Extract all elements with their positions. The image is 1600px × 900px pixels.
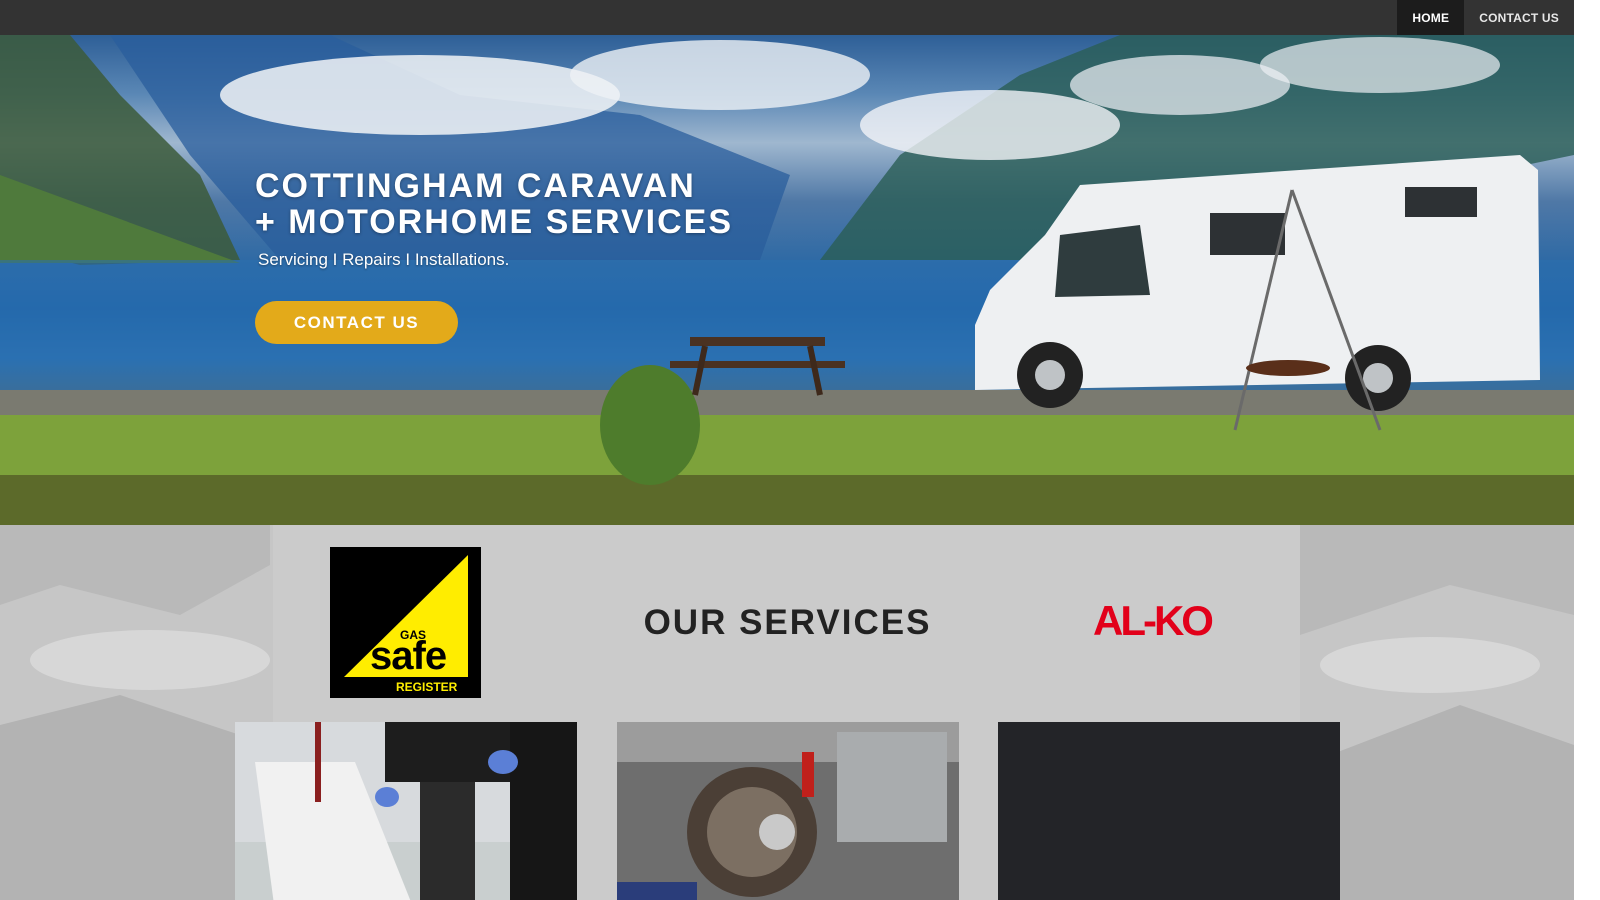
nav-contact-link[interactable]: CONTACT US <box>1464 0 1574 35</box>
top-navigation-bar: HOME CONTACT US <box>0 0 1574 35</box>
services-heading: OUR SERVICES <box>643 603 932 642</box>
service-card-dark[interactable] <box>998 722 1340 900</box>
hero-background-image <box>0 35 1574 525</box>
page-scrollbar[interactable] <box>1574 0 1600 900</box>
service-image-brake-assembly <box>617 722 959 900</box>
alko-logo: AL-KO <box>1093 597 1243 644</box>
hero-banner: COTTINGHAM CARAVAN + MOTORHOME SERVICES … <box>0 35 1574 525</box>
gas-safe-register-logo: GAS safe REGISTER <box>330 547 481 698</box>
service-image-gas-work <box>235 722 577 900</box>
services-section: GAS safe REGISTER OUR SERVICES AL-KO <box>0 525 1574 900</box>
hero-text-block: COTTINGHAM CARAVAN + MOTORHOME SERVICES … <box>255 168 733 270</box>
hero-title: COTTINGHAM CARAVAN + MOTORHOME SERVICES <box>255 168 733 240</box>
page: HOME CONTACT US COTTINGHAM CARAVAN + MOT… <box>0 0 1600 900</box>
hero-subtitle: Servicing I Repairs I Installations. <box>258 250 510 269</box>
hero-title-line-1: COTTINGHAM CARAVAN <box>255 167 696 205</box>
main-nav: HOME CONTACT US <box>1397 0 1574 35</box>
alko-logo-text: AL-KO <box>1093 601 1212 641</box>
gas-safe-text-register: REGISTER <box>396 680 458 694</box>
nav-home-link[interactable]: HOME <box>1397 0 1465 35</box>
service-card-gas-installation[interactable] <box>235 722 577 900</box>
contact-us-button[interactable]: CONTACT US <box>255 301 458 344</box>
hero-title-line-2: + MOTORHOME SERVICES <box>255 203 733 241</box>
gas-safe-text-safe: safe <box>370 634 446 678</box>
service-card-brakes-axle[interactable] <box>617 722 959 900</box>
